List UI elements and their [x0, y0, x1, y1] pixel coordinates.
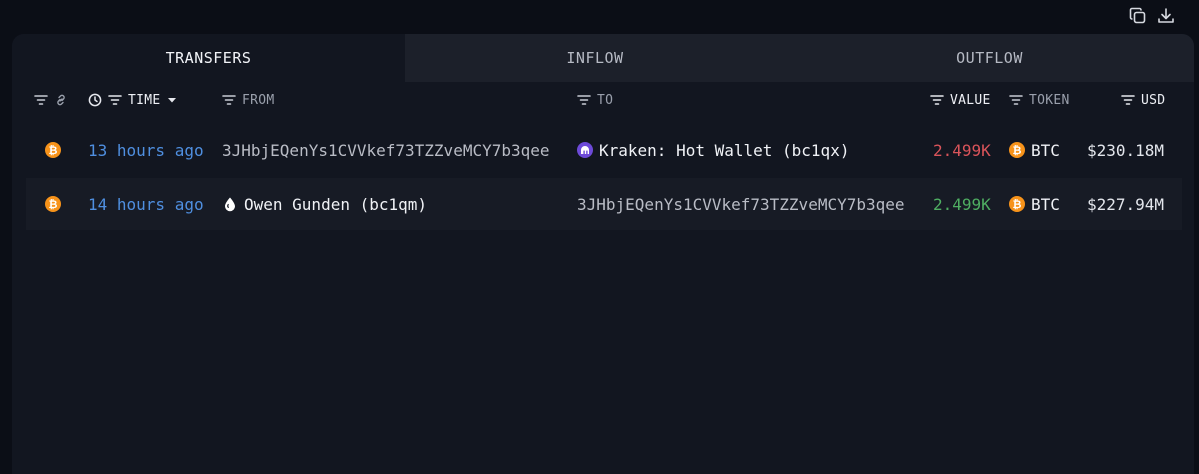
token[interactable]: ₿ BTC — [1009, 178, 1060, 230]
from-column-label: FROM — [242, 92, 275, 108]
tab-bar: TRANSFERS INFLOW OUTFLOW — [12, 34, 1194, 82]
to-column-label: TO — [597, 92, 614, 108]
kraken-icon — [577, 142, 593, 158]
usd-column-label: USD — [1141, 92, 1166, 108]
to-column-header[interactable]: TO — [577, 82, 613, 118]
usd-column-header[interactable]: USD — [1121, 82, 1165, 118]
filter-icon[interactable] — [1121, 94, 1135, 106]
filter-icon[interactable] — [930, 94, 944, 106]
from-entity-label: Owen Gunden (bc1qm) — [244, 194, 428, 214]
filter-icon[interactable] — [34, 94, 48, 106]
filter-icon[interactable] — [1009, 94, 1023, 106]
value-amount: 2.499K — [933, 194, 991, 214]
tab-transfers[interactable]: TRANSFERS — [12, 34, 405, 82]
transfers-panel: TRANSFERS INFLOW OUTFLOW TIME FROM TO VA… — [12, 34, 1194, 474]
chain-column-header[interactable] — [34, 82, 68, 118]
bitcoin-icon: ₿ — [45, 178, 61, 230]
from-entity[interactable]: Owen Gunden (bc1qm) — [222, 178, 427, 230]
filter-icon[interactable] — [108, 94, 122, 106]
bitcoin-icon: ₿ — [1009, 196, 1025, 212]
token-column-label: TOKEN — [1029, 92, 1070, 108]
time-column-header[interactable]: TIME — [88, 82, 177, 118]
value-column-header[interactable]: VALUE — [930, 82, 991, 118]
bitcoin-icon: ₿ — [1009, 142, 1025, 158]
token-symbol: BTC — [1031, 194, 1060, 214]
value-amount: 2.499K — [933, 140, 991, 160]
sort-caret-icon[interactable] — [167, 96, 177, 104]
token[interactable]: ₿ BTC — [1009, 124, 1060, 176]
filter-icon[interactable] — [577, 94, 591, 106]
to-entity[interactable]: Kraken: Hot Wallet (bc1qx) — [577, 124, 849, 176]
usd-amount: $230.18M — [1087, 140, 1165, 160]
clock-icon — [88, 93, 102, 107]
to-address[interactable]: 3JHbjEQenYs1CVVkef73TZZveMCY7b3qee — [577, 178, 905, 230]
token-symbol: BTC — [1031, 140, 1060, 160]
bitcoin-icon: ₿ — [45, 124, 61, 176]
download-icon[interactable] — [1156, 6, 1176, 26]
time-link[interactable]: 14 hours ago — [88, 178, 204, 230]
usd-amount: $227.94M — [1087, 194, 1165, 214]
table-header: TIME FROM TO VALUE TOKEN USD — [12, 82, 1194, 118]
link-icon[interactable] — [54, 93, 68, 107]
to-entity-label: Kraken: Hot Wallet (bc1qx) — [599, 140, 850, 160]
from-address[interactable]: 3JHbjEQenYs1CVVkef73TZZveMCY7b3qee — [222, 124, 550, 176]
table-row[interactable]: ₿ 14 hours ago Owen Gunden (bc1qm) 3JHbj… — [26, 178, 1182, 230]
copy-icon[interactable] — [1128, 6, 1148, 26]
from-column-header[interactable]: FROM — [222, 82, 275, 118]
drop-icon — [225, 197, 235, 212]
top-toolbar — [0, 0, 1199, 32]
tab-inflow[interactable]: INFLOW — [405, 34, 785, 82]
time-link[interactable]: 13 hours ago — [88, 124, 204, 176]
filter-icon[interactable] — [222, 94, 236, 106]
value-column-label: VALUE — [950, 92, 991, 108]
tab-outflow[interactable]: OUTFLOW — [785, 34, 1194, 82]
time-column-label: TIME — [128, 92, 161, 108]
table-row[interactable]: ₿ 13 hours ago 3JHbjEQenYs1CVVkef73TZZve… — [26, 124, 1182, 176]
token-column-header[interactable]: TOKEN — [1009, 82, 1070, 118]
